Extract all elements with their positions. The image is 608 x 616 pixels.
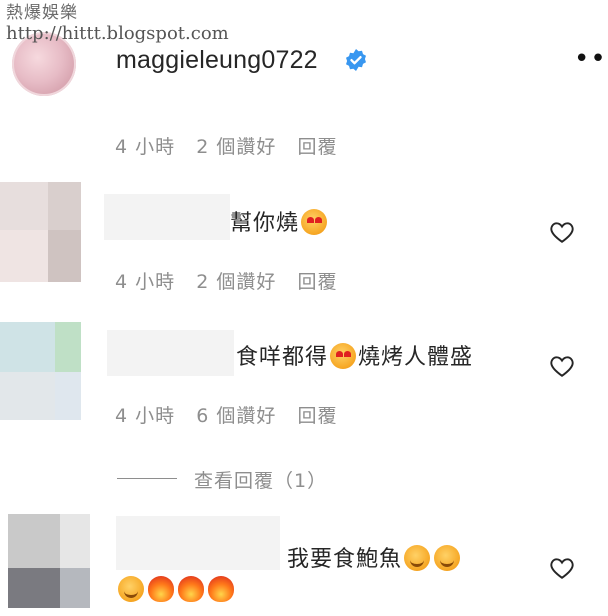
avatar-pixel bbox=[60, 514, 90, 568]
smiling-tongue-emoji-icon bbox=[434, 545, 461, 571]
more-options-button[interactable]: ••• bbox=[574, 44, 608, 74]
avatar[interactable] bbox=[0, 182, 48, 230]
heart-eyes-emoji-icon bbox=[301, 209, 328, 235]
smiling-tongue-emoji-icon bbox=[118, 576, 144, 602]
avatar-pixel bbox=[8, 568, 60, 608]
comment-text-part: 食咩都得 bbox=[236, 345, 329, 370]
comment-text: 我要食鮑魚 bbox=[287, 541, 462, 573]
blurred-username bbox=[116, 516, 280, 570]
comment-meta: 4 小時 2 個讚好 回覆 bbox=[115, 136, 338, 158]
fire-emoji-icon bbox=[178, 576, 204, 602]
blurred-username bbox=[107, 330, 234, 376]
verified-badge-icon bbox=[346, 49, 366, 71]
avatar-pixel bbox=[55, 322, 81, 372]
avatar-pixel bbox=[48, 182, 81, 232]
avatar-pixel bbox=[55, 372, 81, 420]
comment-emoji-row bbox=[116, 576, 236, 603]
avatar-pixel bbox=[0, 372, 55, 420]
avatar[interactable] bbox=[8, 514, 60, 568]
smiling-tongue-emoji-icon bbox=[404, 545, 431, 571]
heart-eyes-emoji-icon bbox=[330, 343, 357, 369]
like-heart-icon[interactable] bbox=[549, 556, 575, 580]
watermark: 熱爆娛樂 http://hittt.blogspot.com bbox=[6, 3, 229, 44]
username[interactable]: maggieleung0722 bbox=[116, 46, 318, 75]
comment-meta: 4 小時 6 個讚好 回覆 bbox=[115, 405, 338, 427]
view-replies-line bbox=[117, 478, 177, 479]
avatar-pixel bbox=[48, 230, 81, 282]
comment-text: 食咩都得 燒烤人體盛 bbox=[236, 339, 473, 371]
comment-text: 幫你燒 bbox=[230, 205, 329, 237]
comment-meta: 4 小時 2 個讚好 回覆 bbox=[115, 271, 338, 293]
like-heart-icon[interactable] bbox=[549, 354, 575, 378]
watermark-title: 熱爆娛樂 bbox=[6, 3, 78, 23]
avatar-pixel bbox=[0, 230, 48, 282]
like-heart-icon[interactable] bbox=[549, 220, 575, 244]
fire-emoji-icon bbox=[148, 576, 174, 602]
watermark-url: http://hittt.blogspot.com bbox=[6, 22, 229, 44]
avatar-pixel bbox=[60, 568, 90, 608]
comment-text-content: 我要食鮑魚 bbox=[287, 547, 403, 572]
avatar[interactable] bbox=[0, 322, 55, 372]
comment-text-content: 幫你燒 bbox=[230, 211, 300, 236]
fire-emoji-icon bbox=[208, 576, 234, 602]
view-replies-button[interactable]: 查看回覆（1） bbox=[194, 466, 327, 493]
comment-text-part: 燒烤人體盛 bbox=[358, 345, 474, 370]
blurred-username bbox=[104, 194, 230, 240]
